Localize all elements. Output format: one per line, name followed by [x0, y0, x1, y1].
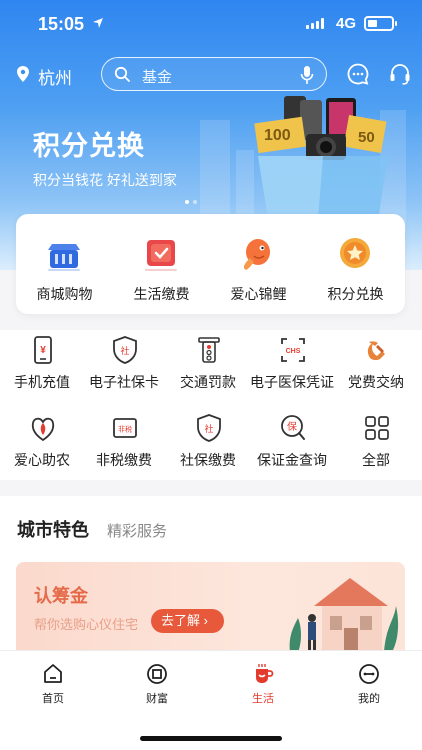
customer-service-icon[interactable] [388, 62, 412, 86]
price-tag-50: 50 [358, 129, 375, 146]
service-grid: ¥ 手机充值 社 电子社保卡 交通罚款 CHS 电子医保凭证 党费交纳 爱心助农… [0, 330, 422, 480]
quick-label: 生活缴费 [133, 286, 190, 302]
banner-subtitle: 积分当钱花 好礼送到家 [33, 172, 177, 188]
status-bar: 15:05 4G [0, 0, 422, 48]
service-social-card[interactable]: 社 电子社保卡 [82, 336, 166, 400]
learn-more-button[interactable]: 去了解 › [151, 609, 224, 633]
tab-life[interactable]: 生活 [228, 663, 298, 706]
service-label: 党费交纳 [348, 374, 404, 390]
tab-wealth[interactable]: 财富 [122, 663, 192, 706]
svg-text:社: 社 [204, 423, 213, 434]
network-type: 4G [335, 15, 356, 32]
quick-item-bills[interactable]: 生活缴费 [113, 214, 210, 314]
bottom-tab-bar: 首页 财富 生活 我的 [0, 650, 422, 750]
farm-aid-icon [31, 417, 55, 442]
quick-label: 积分兑换 [327, 286, 384, 302]
service-deposit-query[interactable]: 保 保证金查询 [250, 414, 334, 478]
quick-item-shopping[interactable]: 商城购物 [16, 214, 113, 314]
quick-action-card: 商城购物 生活缴费 爱心锦鲤 积分兑换 [16, 214, 405, 314]
koi-fish-icon [243, 239, 270, 270]
promo-title: 认筹金 [34, 586, 88, 606]
home-indicator [140, 736, 282, 741]
social-insurance-pay-icon: 社 [197, 414, 221, 442]
quick-label: 商城购物 [36, 286, 93, 302]
quick-item-koi[interactable]: 爱心锦鲤 [210, 214, 307, 314]
status-time: 15:05 [38, 14, 85, 34]
city-selector[interactable]: 杭州 [38, 64, 72, 89]
service-phone-recharge[interactable]: ¥ 手机充值 [0, 336, 84, 400]
service-all[interactable]: 全部 [334, 414, 418, 478]
tab-label: 首页 [42, 693, 64, 705]
quick-label: 爱心锦鲤 [230, 286, 287, 302]
service-party-fee[interactable]: 党费交纳 [334, 336, 418, 400]
svg-text:CHS: CHS [286, 348, 301, 355]
banner-title[interactable]: 积分兑换 [33, 124, 145, 163]
non-tax-icon: 非税 [113, 418, 137, 438]
bill-payment-icon [145, 240, 177, 271]
traffic-light-icon [198, 337, 220, 363]
search-placeholder: 基金 [142, 69, 173, 86]
top-bar: 杭州 基金 [0, 55, 422, 93]
service-social-insurance-pay[interactable]: 社 社保缴费 [166, 414, 250, 478]
signal-icon [306, 17, 324, 29]
life-cup-icon [256, 664, 274, 683]
points-star-icon [340, 238, 370, 268]
svg-text:社: 社 [120, 345, 129, 356]
tab-label: 我的 [358, 693, 380, 705]
location-arrow-icon [93, 18, 103, 28]
section-subtitle: 精彩服务 [107, 523, 168, 540]
quick-item-points[interactable]: 积分兑换 [307, 214, 404, 314]
promo-card[interactable]: 认筹金 帮你选购心仪住宅 去了解 › [16, 562, 405, 656]
social-security-card-icon: 社 [113, 336, 137, 364]
tab-label: 财富 [146, 693, 168, 705]
wealth-icon [147, 664, 167, 684]
deposit-query-icon: 保 [281, 415, 305, 440]
tab-label: 生活 [252, 693, 274, 705]
profile-icon [359, 664, 379, 684]
tab-home[interactable]: 首页 [18, 663, 88, 706]
phone-recharge-icon: ¥ [34, 336, 52, 364]
message-icon[interactable] [346, 62, 370, 86]
section-title: 城市特色 [17, 520, 89, 540]
microphone-icon[interactable] [300, 65, 314, 85]
all-grid-icon [365, 416, 389, 440]
tab-profile[interactable]: 我的 [334, 663, 404, 706]
svg-text:¥: ¥ [40, 345, 46, 356]
service-non-tax[interactable]: 非税 非税缴费 [82, 414, 166, 478]
service-medical-insurance[interactable]: CHS 电子医保凭证 [250, 336, 334, 400]
service-label: 全部 [362, 452, 390, 468]
city-feature-section: 城市特色 精彩服务 认筹金 帮你选购心仪住宅 去了解 › [0, 496, 422, 656]
gift-box-illustration: 100 50 [254, 96, 388, 219]
service-traffic-fine[interactable]: 交通罚款 [166, 336, 250, 400]
search-bar[interactable]: 基金 [101, 57, 327, 91]
shopping-basket-icon [48, 244, 80, 271]
price-tag-100: 100 [264, 127, 291, 144]
medical-insurance-icon: CHS [281, 338, 305, 362]
search-icon [114, 66, 130, 82]
home-icon [44, 664, 62, 683]
banner-pagination [185, 200, 197, 204]
party-emblem-icon [367, 341, 385, 361]
service-farm-aid[interactable]: 爱心助农 [0, 414, 84, 478]
svg-text:保: 保 [287, 420, 297, 433]
battery-icon [364, 16, 397, 31]
location-pin-icon[interactable] [16, 66, 30, 82]
house-illustration [289, 578, 399, 652]
svg-text:非税: 非税 [118, 425, 132, 434]
promo-description: 帮你选购心仪住宅 [34, 617, 139, 632]
